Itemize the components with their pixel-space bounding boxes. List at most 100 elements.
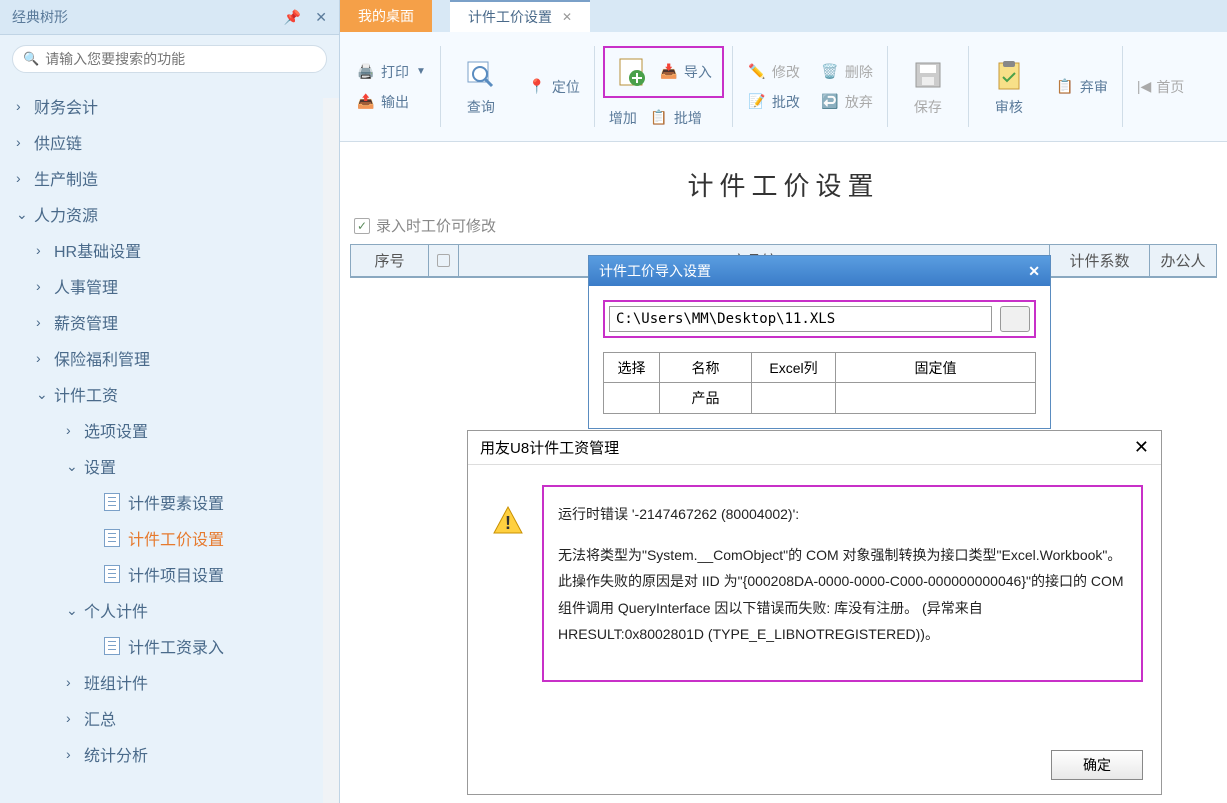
import-cell-excel[interactable] [752,383,836,413]
tree-item[interactable]: ›统计分析 [6,736,339,772]
chevron-right-icon: › [36,242,54,258]
editable-check-row[interactable]: ✓ 录入时工价可修改 [340,215,1227,244]
file-path-input[interactable] [609,306,992,332]
grid-col-seq[interactable]: 序号 [351,245,429,276]
ok-button[interactable]: 确定 [1051,750,1143,780]
abandon-button[interactable]: 📋弃审 [1055,77,1108,97]
printer-icon: 🖨️ [356,62,376,82]
tree-item[interactable]: 计件工价设置 [6,520,339,556]
import-col-name[interactable]: 名称 [660,353,752,383]
print-button[interactable]: 🖨️打印▼ [356,62,426,82]
import-col-excel[interactable]: Excel列 [752,353,836,383]
discard-button[interactable]: ↩️放弃 [820,92,873,112]
tab-close-icon[interactable]: ✕ [562,10,572,24]
batch-add-button[interactable]: 📋批增 [649,108,702,128]
import-cell-name[interactable]: 产品 [660,383,752,413]
sidebar-close-icon[interactable]: ✕ [315,9,327,26]
tab-desktop[interactable]: 我的桌面 [340,0,432,32]
search-input[interactable] [45,51,316,67]
discard-icon: ↩️ [820,92,840,112]
import-icon: 📥 [659,62,679,82]
search-icon: 🔍 [23,51,39,67]
browse-button[interactable] [1000,306,1030,332]
tree-item[interactable]: ›财务会计 [6,88,339,124]
error-dialog-header[interactable]: 用友U8计件工资管理 ✕ [468,431,1161,465]
tree-item[interactable]: ⌄人力资源 [6,196,339,232]
error-close-icon[interactable]: ✕ [1134,437,1149,458]
import-button[interactable]: 📥导入 [659,62,712,82]
grid-col-office[interactable]: 办公人 [1150,245,1216,276]
tree-item[interactable]: ›供应链 [6,124,339,160]
tree-item[interactable]: ›保险福利管理 [6,340,339,376]
tree-item-label: 汇总 [84,706,116,730]
chevron-right-icon: › [66,746,84,762]
locate-button[interactable]: 📍定位 [527,77,580,97]
tree-item[interactable]: ⌄计件工资 [6,376,339,412]
audit-button[interactable]: 审核 [983,53,1035,121]
import-cell-fixed[interactable] [836,383,1035,413]
chevron-right-icon: › [36,278,54,294]
tree-item[interactable]: ⌄设置 [6,448,339,484]
batch-modify-icon: 📝 [747,92,767,112]
sidebar-scrollbar[interactable] [323,98,339,803]
tree-item-label: 班组计件 [84,670,148,694]
query-button[interactable]: 查询 [455,53,507,121]
tab-active[interactable]: 计件工价设置 ✕ [450,0,590,32]
tree-item[interactable]: ›生产制造 [6,160,339,196]
import-cell-select[interactable] [604,383,660,413]
export-icon: 📤 [356,92,376,112]
import-col-select[interactable]: 选择 [604,353,660,383]
tree-item-label: 财务会计 [34,94,98,118]
tree-item[interactable]: 计件项目设置 [6,556,339,592]
tab-bar: 我的桌面 计件工价设置 ✕ [340,0,1227,32]
first-icon: |◀ [1137,78,1151,95]
pencil-icon: ✏️ [747,62,767,82]
chevron-right-icon: › [66,674,84,690]
tree-item-label: 保险福利管理 [54,346,150,370]
tree-item[interactable]: ›汇总 [6,700,339,736]
delete-button[interactable]: 🗑️删除 [820,62,873,82]
first-page-button[interactable]: |◀首页 [1137,77,1184,97]
checkbox-label: 录入时工价可修改 [376,215,496,236]
import-dialog-header[interactable]: 计件工价导入设置 ✕ [589,256,1050,286]
import-close-icon[interactable]: ✕ [1028,263,1040,280]
tree-item[interactable]: ›人事管理 [6,268,339,304]
tree-item[interactable]: 计件要素设置 [6,484,339,520]
save-button[interactable]: 保存 [902,53,954,121]
search-box[interactable]: 🔍 [12,45,327,73]
chevron-down-icon: ⌄ [16,206,34,223]
tree-item[interactable]: ⌄个人计件 [6,592,339,628]
chevron-right-icon: › [36,314,54,330]
ribbon: 🖨️打印▼ 📤输出 查询 📍定位 📥导入 增加 📋批增 [340,32,1227,142]
export-button[interactable]: 📤输出 [356,92,426,112]
tree-item-label: 计件工资 [54,382,118,406]
error-message-box: 运行时错误 '-2147467262 (80004002)': 无法将类型为"S… [542,485,1143,682]
chevron-right-icon: › [36,350,54,366]
document-icon [104,565,120,583]
modify-button[interactable]: ✏️修改 [747,62,800,82]
batch-add-icon: 📋 [649,108,669,128]
add-label: 增加 [609,108,637,128]
warning-icon: ! [492,505,524,537]
import-col-fixed[interactable]: 固定值 [836,353,1035,383]
chevron-right-icon: › [16,170,34,186]
tree-item[interactable]: ›班组计件 [6,664,339,700]
checkbox-icon[interactable]: ✓ [354,218,370,234]
tree-item-label: 人事管理 [54,274,118,298]
document-icon [104,637,120,655]
grid-col-coeff[interactable]: 计件系数 [1050,245,1150,276]
tree-item[interactable]: 计件工资录入 [6,628,339,664]
tree-item[interactable]: ›薪资管理 [6,304,339,340]
batch-modify-button[interactable]: 📝批改 [747,92,800,112]
import-dialog: 计件工价导入设置 ✕ 选择 名称 Excel列 固定值 产品 [588,255,1051,429]
tree-item[interactable]: ›选项设置 [6,412,339,448]
tree-item[interactable]: ›HR基础设置 [6,232,339,268]
sidebar-search-row: 🔍 [0,35,339,83]
pin-icon[interactable]: 📌 [284,9,301,26]
page-title: 计件工价设置 [340,142,1227,215]
grid-col-check[interactable] [429,245,459,276]
add-icon[interactable] [615,54,651,90]
chevron-right-icon: › [16,134,34,150]
error-line1: 运行时错误 '-2147467262 (80004002)': [558,501,1127,528]
tree-item-label: HR基础设置 [54,238,141,262]
